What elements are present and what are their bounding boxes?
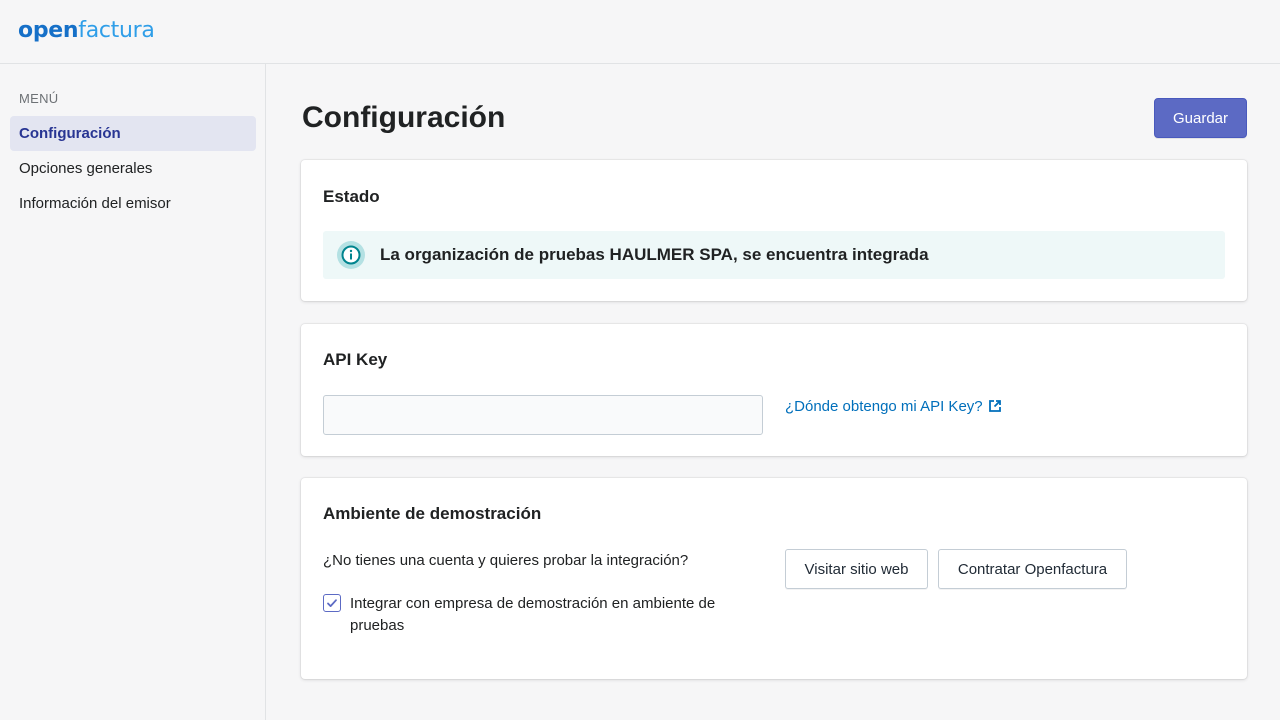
logo-text-factura: factura — [78, 18, 155, 43]
demo-card-title: Ambiente de demostración — [323, 504, 542, 523]
status-message: La organización de pruebas HAULMER SPA, … — [380, 245, 929, 264]
visit-website-button[interactable]: Visitar sitio web — [785, 549, 928, 589]
info-icon — [337, 241, 365, 269]
sidebar-item-opciones-generales[interactable]: Opciones generales — [10, 151, 256, 186]
api-key-help-link-text: ¿Dónde obtengo mi API Key? — [785, 398, 983, 415]
api-key-card-title: API Key — [323, 350, 388, 369]
menu-heading: MENÚ — [19, 91, 59, 106]
sidebar: MENÚ Configuración Opciones generales In… — [0, 64, 266, 720]
api-key-card: API Key ¿Dónde obtengo mi API Key? — [301, 324, 1247, 456]
external-link-icon — [988, 400, 1001, 412]
sidebar-item-informacion-emisor[interactable]: Información del emisor — [10, 186, 256, 221]
demo-question: ¿No tienes una cuenta y quieres probar l… — [323, 552, 689, 569]
api-key-input[interactable] — [323, 395, 763, 435]
demo-checkbox[interactable] — [323, 594, 341, 612]
openfactura-logo[interactable]: openfactura — [18, 18, 155, 44]
page-title: Configuración — [302, 101, 506, 134]
estado-card-title: Estado — [323, 187, 380, 206]
demo-card: Ambiente de demostración ¿No tienes una … — [301, 478, 1247, 679]
checkmark-icon — [327, 599, 337, 607]
estado-card: Estado La organización de pruebas HAULME… — [301, 160, 1247, 301]
sidebar-item-configuracion[interactable]: Configuración — [10, 116, 256, 151]
logo-text-open: open — [18, 18, 79, 43]
top-bar: openfactura — [0, 0, 1280, 64]
api-key-help-link[interactable]: ¿Dónde obtengo mi API Key? — [785, 398, 1001, 415]
hire-openfactura-button[interactable]: Contratar Openfactura — [938, 549, 1127, 589]
demo-checkbox-label[interactable]: Integrar con empresa de demostración en … — [350, 593, 750, 637]
save-button[interactable]: Guardar — [1154, 98, 1247, 138]
status-banner: La organización de pruebas HAULMER SPA, … — [323, 231, 1225, 279]
